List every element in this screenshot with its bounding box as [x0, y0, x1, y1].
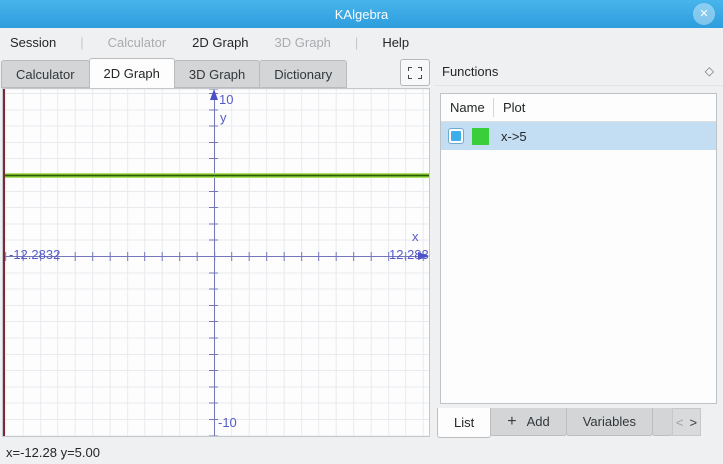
tab-3d-graph[interactable]: 3D Graph	[174, 60, 260, 88]
function-row[interactable]: x->5	[441, 122, 716, 150]
x-axis	[3, 256, 427, 257]
view-tabbar: Calculator 2D Graph 3D Graph Dictionary	[2, 57, 432, 88]
tab-add[interactable]: + Add	[490, 408, 566, 436]
statusbar: x=-12.28 y=5.00	[0, 441, 723, 464]
functions-panel-header: Functions ◇	[434, 57, 723, 86]
x-min-label: -12.2832	[9, 247, 60, 262]
titlebar[interactable]: KAlgebra ×	[0, 0, 723, 28]
scroll-right-icon[interactable]: >	[689, 415, 697, 430]
cursor-coordinates: x=-12.28 y=5.00	[6, 445, 100, 460]
tab-2d-graph[interactable]: 2D Graph	[89, 58, 175, 88]
menu-2d-graph[interactable]: 2D Graph	[179, 35, 261, 50]
fullscreen-button[interactable]	[400, 59, 430, 86]
y-min-label: -10	[218, 415, 237, 430]
tab-list[interactable]: List	[437, 408, 491, 438]
menu-3d-graph: 3D Graph	[262, 35, 344, 50]
menu-separator: |	[69, 35, 94, 50]
tab-calculator[interactable]: Calculator	[1, 60, 90, 88]
menubar: Session | Calculator 2D Graph 3D Graph |…	[0, 28, 723, 57]
window-title: KAlgebra	[335, 7, 388, 22]
functions-panel: Functions ◇ Name Plot x->5 List + Add	[434, 57, 723, 441]
checkbox-check-icon	[451, 131, 461, 141]
column-header-name[interactable]: Name	[441, 100, 493, 115]
cursor-line	[3, 89, 5, 436]
close-icon[interactable]: ×	[693, 3, 715, 25]
x-max-label: 12.2832	[389, 247, 430, 262]
function-color-swatch	[472, 128, 489, 145]
functions-panel-title: Functions	[442, 64, 498, 79]
function-visible-checkbox[interactable]	[448, 128, 464, 144]
y-axis-arrow-icon	[210, 89, 218, 100]
function-plot-expression: x->5	[501, 129, 527, 144]
menu-calculator: Calculator	[95, 35, 180, 50]
menu-help[interactable]: Help	[369, 35, 422, 50]
functions-table-header: Name Plot	[441, 94, 716, 122]
y-axis	[214, 91, 215, 436]
fullscreen-icon	[408, 67, 422, 79]
tab-dictionary[interactable]: Dictionary	[259, 60, 347, 88]
x-axis-name: x	[412, 229, 419, 244]
menu-session[interactable]: Session	[10, 35, 69, 50]
kalgebra-window: KAlgebra × Session | Calculator 2D Graph…	[0, 0, 723, 464]
tab-scroll-buttons: < >	[672, 408, 701, 436]
column-divider	[493, 98, 494, 117]
graph-canvas[interactable]: 10 y x 12.2832 -12.2832 -10	[2, 88, 430, 437]
functions-table: Name Plot x->5	[440, 93, 717, 404]
menu-separator: |	[344, 35, 369, 50]
y-axis-name: y	[220, 110, 227, 125]
plus-icon: +	[507, 413, 516, 431]
scroll-left-icon: <	[676, 415, 684, 430]
plot-line-y5	[3, 173, 429, 178]
functions-panel-tabbar: List + Add Variables < >	[438, 408, 723, 438]
column-header-plot[interactable]: Plot	[493, 100, 525, 115]
dock-float-icon[interactable]: ◇	[705, 64, 714, 78]
tab-partial[interactable]	[652, 408, 673, 436]
y-max-label: 10	[219, 92, 233, 107]
tab-variables[interactable]: Variables	[566, 408, 653, 436]
